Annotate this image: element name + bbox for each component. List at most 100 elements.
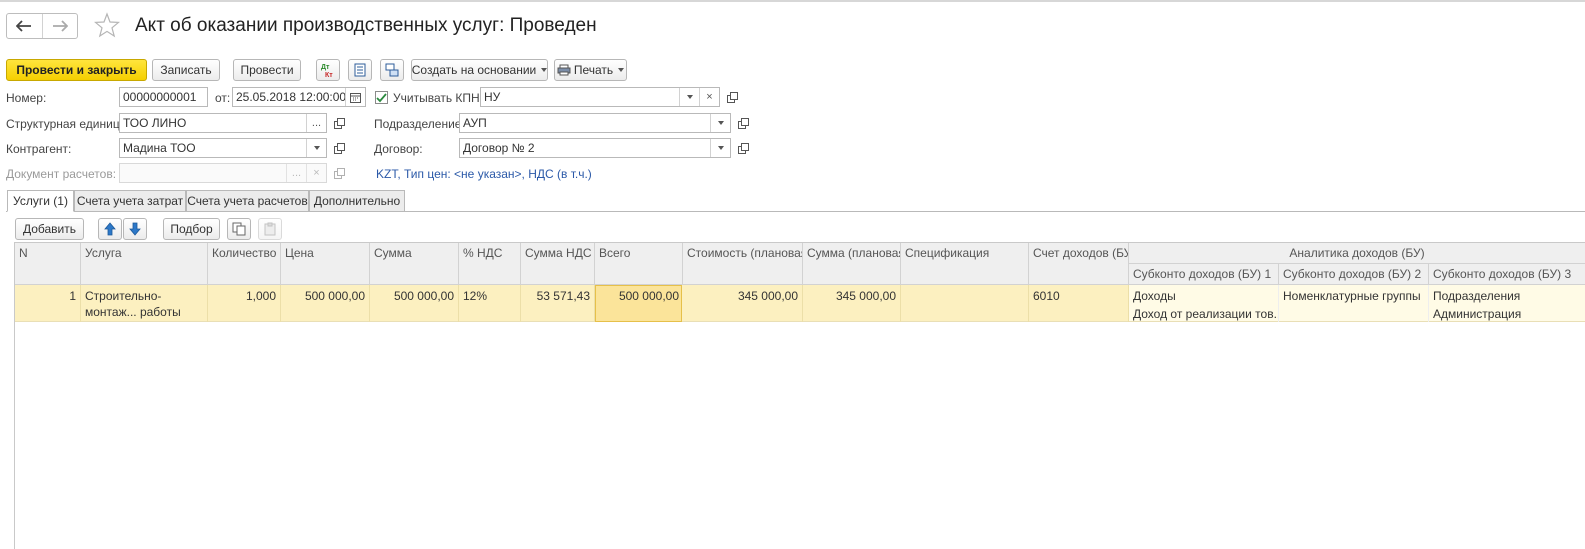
cell-service[interactable]: Строительно-монтаж... работы (81, 285, 208, 322)
header-plan-cost[interactable]: Стоимость (плановая) (683, 243, 803, 285)
number-label: Номер: (6, 91, 47, 105)
dept-label: Подразделение: (374, 117, 465, 131)
paste-rows-button[interactable] (258, 218, 282, 240)
debit-credit-icon: Дт Кт (321, 64, 333, 78)
arrow-up-icon (104, 222, 116, 236)
move-down-button[interactable] (123, 218, 147, 240)
document-list-icon (354, 63, 366, 77)
move-up-button[interactable] (98, 218, 122, 240)
dropdown-arrow-icon[interactable] (306, 139, 326, 157)
header-analytics-group: Аналитика доходов (БУ) (1129, 243, 1585, 264)
post-and-close-button[interactable]: Провести и закрыть (6, 59, 147, 81)
select-ellipsis-icon[interactable]: ... (286, 164, 306, 182)
open-contract-icon[interactable] (734, 138, 752, 158)
add-row-button[interactable]: Добавить (15, 218, 84, 240)
header-subconto-3[interactable]: Субконто доходов (БУ) 3 (1429, 264, 1585, 285)
structure-button[interactable] (380, 59, 404, 81)
cell-subconto-1[interactable]: Доходы Доход от реализации тов... (1129, 285, 1279, 322)
open-kpn-icon[interactable] (723, 87, 741, 107)
cell-sum[interactable]: 500 000,00 (370, 285, 459, 322)
contract-select[interactable]: Договор № 2 (459, 138, 731, 158)
header-subconto-2[interactable]: Субконто доходов (БУ) 2 (1279, 264, 1429, 285)
header-n[interactable]: N (15, 243, 81, 285)
cell-price[interactable]: 500 000,00 (281, 285, 370, 322)
open-unit-icon[interactable] (330, 113, 348, 133)
dropdown-arrow-icon[interactable] (679, 88, 699, 106)
cell-n[interactable]: 1 (15, 285, 81, 322)
cell-total[interactable]: 500 000,00 (595, 285, 683, 322)
cell-vat-rate[interactable]: 12% (459, 285, 521, 322)
window-top-border (0, 0, 1585, 2)
unit-value: ТОО ЛИНО (123, 116, 187, 130)
tab-services[interactable]: Услуги (1) (7, 190, 74, 212)
header-service[interactable]: Услуга (81, 243, 208, 285)
cell-plan-sum[interactable]: 345 000,00 (803, 285, 901, 322)
unit-field[interactable]: ТОО ЛИНО ... (119, 113, 327, 133)
price-info-link[interactable]: KZT, Тип цен: <не указан>, НДС (в т.ч.) (376, 167, 592, 181)
print-button[interactable]: Печать (554, 59, 627, 81)
settlement-doc-field[interactable]: ... × (119, 163, 327, 183)
dropdown-arrow-icon[interactable] (710, 114, 730, 132)
cell-plan-cost[interactable]: 345 000,00 (683, 285, 803, 322)
header-spec[interactable]: Специфика­ция (901, 243, 1029, 285)
checkmark-icon (376, 92, 387, 102)
date-field[interactable]: 25.05.2018 12:00:00 (232, 87, 366, 107)
header-vat-rate[interactable]: % НДС (459, 243, 521, 285)
tab-settlement-accounts[interactable]: Счета учета расчетов (186, 190, 309, 212)
copy-rows-button[interactable] (227, 218, 251, 240)
dept-select[interactable]: АУП (459, 113, 731, 133)
clear-icon[interactable]: × (306, 164, 326, 182)
settlement-doc-value (120, 164, 286, 182)
favorite-star-icon[interactable] (93, 12, 121, 38)
cell-subconto-2[interactable]: Номенклатурные группы (1279, 285, 1429, 322)
create-based-on-label: Создать на основании (411, 63, 537, 77)
header-subconto-1[interactable]: Субконто доходов (БУ) 1 (1129, 264, 1279, 285)
header-price[interactable]: Цена (281, 243, 370, 285)
services-table: N Услуга Количество Цена Сумма % НДС Сум… (14, 242, 1585, 549)
cell-subconto-3[interactable]: Подразделения Администрация (1429, 285, 1585, 322)
date-value: 25.05.2018 12:00:00 (236, 90, 345, 104)
cell-qty[interactable]: 1,000 (208, 285, 281, 322)
arrow-down-icon (129, 222, 141, 236)
number-field[interactable]: 00000000001 (119, 87, 208, 107)
post-button[interactable]: Провести (233, 59, 301, 81)
dropdown-arrow-icon[interactable] (710, 139, 730, 157)
cell-vat-sum[interactable]: 53 571,43 (521, 285, 595, 322)
subconto-3-value: Администрация (1433, 307, 1522, 321)
open-settlement-doc-icon[interactable] (330, 163, 348, 183)
counterparty-select[interactable]: Мадина ТОО (119, 138, 327, 158)
svg-text:Дт: Дт (321, 64, 330, 71)
pick-button[interactable]: Подбор (163, 218, 220, 240)
back-button[interactable] (7, 14, 42, 38)
header-plan-sum[interactable]: Сумма (плановая) (803, 243, 901, 285)
select-ellipsis-icon[interactable]: ... (306, 114, 326, 132)
header-total[interactable]: Всего (595, 243, 683, 285)
copy-icon (232, 222, 246, 236)
save-button[interactable]: Записать (152, 59, 220, 81)
svg-text:Кт: Кт (325, 72, 333, 78)
chevron-down-icon (618, 68, 625, 72)
tab-cost-accounts[interactable]: Счета учета затрат (74, 190, 186, 212)
header-sum[interactable]: Сумма (370, 243, 459, 285)
create-based-on-button[interactable]: Создать на основании (411, 59, 548, 81)
print-label: Печать (573, 63, 614, 77)
subconto-3-type: Подразделения (1433, 289, 1521, 303)
kpn-label: Учитывать КПН (393, 91, 480, 105)
kpn-select[interactable]: НУ × (480, 87, 720, 107)
cell-spec[interactable] (901, 285, 1029, 322)
tab-additional[interactable]: Дополнительно (309, 190, 405, 212)
report-button[interactable] (348, 59, 372, 81)
calendar-icon[interactable] (345, 88, 365, 106)
clear-icon[interactable]: × (699, 88, 719, 106)
contract-label: Договор: (374, 142, 423, 156)
forward-button[interactable] (41, 14, 78, 38)
open-dept-icon[interactable] (734, 113, 752, 133)
header-vat-sum[interactable]: Сумма НДС (521, 243, 595, 285)
header-income-account[interactable]: Счет доходов (БУ) (1029, 243, 1129, 285)
cell-income-account[interactable]: 6010 (1029, 285, 1129, 322)
open-counterparty-icon[interactable] (330, 138, 348, 158)
kpn-checkbox[interactable] (375, 91, 388, 104)
history-nav (6, 13, 78, 39)
dt-kt-button[interactable]: Дт Кт (316, 59, 340, 81)
header-qty[interactable]: Количество (208, 243, 281, 285)
